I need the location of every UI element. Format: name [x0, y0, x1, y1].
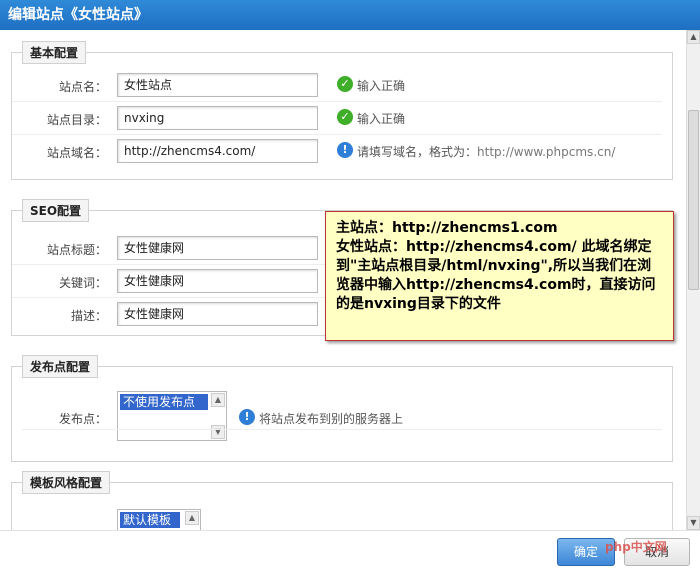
check-circle-icon: ✓ [337, 76, 353, 92]
scrollbar-thumb[interactable] [688, 110, 699, 290]
annotation-note: 主站点：http://zhencms1.com 女性站点：http://zhen… [325, 211, 674, 341]
seo-description-input[interactable]: 女性健康网 [117, 302, 318, 326]
template-config-legend: 模板风格配置 [22, 471, 111, 494]
site-dir-hint: ✓ 输入正确 [337, 109, 406, 127]
site-dir-hint-text: 输入正确 [357, 112, 406, 126]
publish-point-listbox[interactable]: 不使用发布点 ▲ ▼ [117, 391, 227, 441]
watermark-logo: php中文网 [605, 540, 667, 554]
template-config-section: 模板风格配置 默认模板 ▲ [11, 471, 673, 530]
dialog-content: 基本配置 站点名： 女性站点 ✓ 输入正确 站点目录： nvxing ✓ 输入正… [0, 30, 686, 530]
site-name-hint: ✓ 输入正确 [337, 76, 406, 94]
site-name-label: 站点名： [58, 80, 107, 94]
seo-description-label: 描述： [70, 309, 107, 323]
template-option[interactable]: 默认模板 [120, 512, 180, 528]
dialog-footer: 确定 取消 [0, 530, 700, 573]
scroll-up-icon[interactable]: ▲ [211, 393, 225, 407]
publish-point-hint: ! 将站点发布到别的服务器上 [239, 409, 404, 427]
publish-point-hint-text: 将站点发布到别的服务器上 [259, 412, 404, 426]
info-circle-icon: ! [239, 409, 255, 425]
template-listbox[interactable]: 默认模板 ▲ [117, 509, 201, 530]
site-domain-row: 站点域名： http://zhencms4.com/ ! 请填写域名，格式为：h… [12, 135, 662, 168]
site-name-hint-text: 输入正确 [357, 79, 406, 93]
seo-keywords-input[interactable]: 女性健康网 [117, 269, 318, 293]
site-name-input[interactable]: 女性站点 [117, 73, 318, 97]
site-name-row: 站点名： 女性站点 ✓ 输入正确 [12, 69, 662, 102]
vertical-scrollbar[interactable]: ▲ ▼ [686, 30, 700, 530]
scroll-down-icon[interactable]: ▼ [687, 516, 700, 530]
dialog-title: 编辑站点《女性站点》 [8, 7, 148, 23]
site-domain-hint-example: http://www.phpcms.cn/ [477, 145, 616, 159]
publish-divider [22, 429, 662, 430]
check-circle-icon: ✓ [337, 109, 353, 125]
publish-point-label: 发布点： [58, 412, 107, 426]
site-dir-row: 站点目录： nvxing ✓ 输入正确 [12, 102, 662, 135]
publish-point-option[interactable]: 不使用发布点 [120, 394, 208, 410]
site-dir-input[interactable]: nvxing [117, 106, 318, 130]
site-domain-input[interactable]: http://zhencms4.com/ [117, 139, 318, 163]
site-dir-label: 站点目录： [46, 113, 107, 127]
scroll-down-icon[interactable]: ▼ [211, 425, 225, 439]
site-domain-label: 站点域名： [46, 146, 107, 160]
site-domain-hint: ! 请填写域名，格式为：http://www.phpcms.cn/ [337, 142, 616, 160]
seo-title-label: 站点标题： [46, 243, 107, 257]
info-circle-icon: ! [337, 142, 353, 158]
basic-config-legend: 基本配置 [22, 41, 87, 64]
seo-keywords-label: 关键词： [58, 276, 107, 290]
dialog-titlebar: 编辑站点《女性站点》 [0, 0, 700, 30]
publish-config-legend: 发布点配置 [22, 355, 99, 378]
scroll-up-icon[interactable]: ▲ [185, 511, 199, 525]
publish-config-section: 发布点配置 发布点： 不使用发布点 ▲ ▼ ! 将站点发布到别的服务器上 [11, 355, 673, 462]
site-domain-hint-text: 请填写域名，格式为： [357, 145, 478, 159]
seo-config-legend: SEO配置 [22, 199, 90, 222]
scroll-up-icon[interactable]: ▲ [687, 30, 700, 44]
seo-title-input[interactable]: 女性健康网 [117, 236, 318, 260]
basic-config-section: 基本配置 站点名： 女性站点 ✓ 输入正确 站点目录： nvxing ✓ 输入正… [11, 41, 673, 180]
